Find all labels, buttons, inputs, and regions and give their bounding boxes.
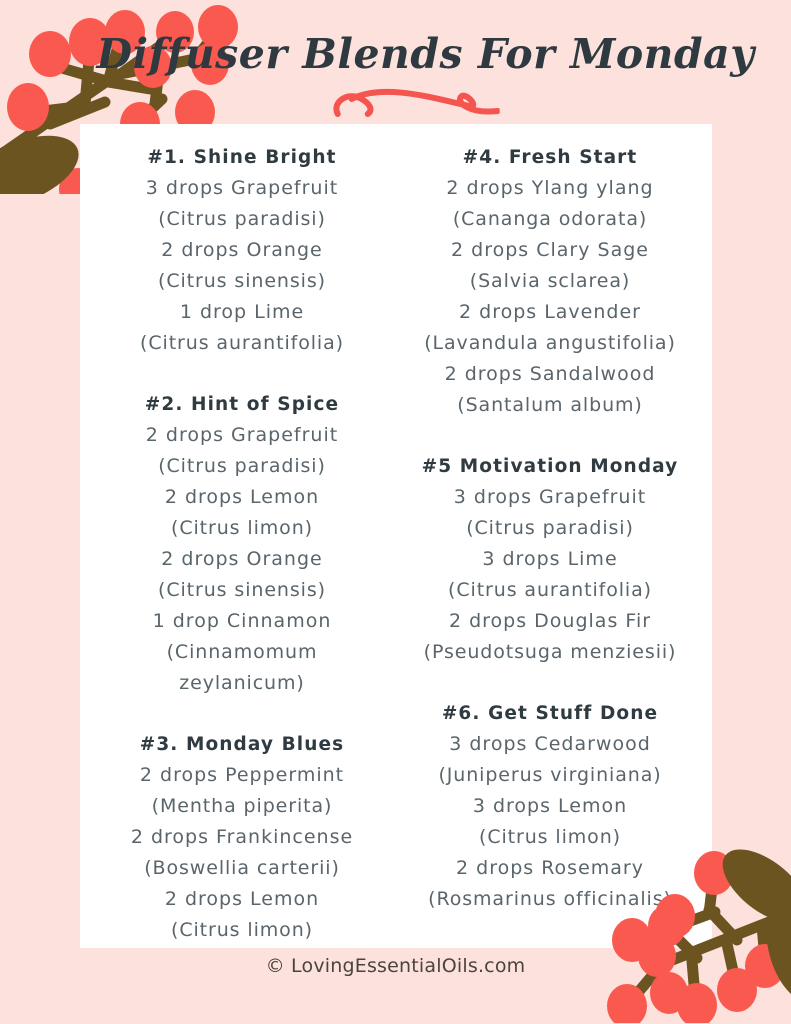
blends-card: #1. Shine Bright 3 drops Grapefruit (Citru… [80, 124, 712, 948]
blend-title: #5 Motivation Monday [421, 456, 679, 477]
blend-entry: #2. Hint of Spice 2 drops Grapefruit (Citr… [88, 389, 396, 699]
blend-latin-name: (Boswellia carterii) [144, 857, 340, 879]
blend-latin-name: (Salvia sclarea) [469, 270, 631, 292]
blend-latin-name: (Citrus sinensis) [158, 579, 326, 601]
blends-column-1: #1. Shine Bright 3 drops Grapefruit (Citru… [88, 142, 396, 941]
blend-ingredient: 2 drops Lavender [459, 301, 641, 323]
blend-title: #1. Shine Bright [147, 147, 337, 168]
blend-ingredient: 2 drops Sandalwood [444, 363, 656, 385]
blend-ingredient: 3 drops Cedarwood [449, 733, 651, 755]
blend-ingredient: 2 drops Peppermint [139, 764, 345, 786]
blends-column-2: #4. Fresh Start 2 drops Ylang ylang (Canan… [396, 142, 704, 938]
blend-entry: #6. Get Stuff Done 3 drops Cedarwood (Juni… [396, 698, 704, 915]
blend-ingredient: 3 drops Grapefruit [145, 177, 339, 199]
blend-ingredient: 3 drops Grapefruit [453, 486, 647, 508]
blend-ingredient: 1 drop Cinnamon [152, 610, 332, 632]
blend-ingredient: 2 drops Frankincense [130, 826, 354, 848]
blend-latin-name: (Citrus paradisi) [158, 208, 326, 230]
blend-title: #6. Get Stuff Done [441, 703, 659, 724]
blend-ingredient: 2 drops Lemon [164, 486, 320, 508]
blend-ingredient: 2 drops Rosemary [456, 857, 644, 879]
blend-title: #4. Fresh Start [462, 147, 638, 168]
blend-latin-name: (Cananga odorata) [452, 208, 648, 230]
blend-ingredient: 2 drops Clary Sage [451, 239, 649, 261]
blend-ingredient: 3 drops Lime [482, 548, 618, 570]
blend-latin-name: zeylanicum) [179, 672, 305, 694]
page-title: Diffuser Blends For Monday [96, 30, 755, 78]
blend-entry: #5 Motivation Monday 3 drops Grapefruit (C… [396, 451, 704, 668]
blend-latin-name: (Santalum album) [457, 394, 643, 416]
blend-title: #3. Monday Blues [139, 734, 345, 755]
blend-latin-name: (Lavandula angustifolia) [424, 332, 676, 354]
blend-entry: #1. Shine Bright 3 drops Grapefruit (Citru… [88, 142, 396, 359]
footer-credit: © LovingEssentialOils.com [265, 955, 526, 977]
blend-latin-name: (Cinnamomum [166, 641, 318, 663]
blend-latin-name: (Mentha piperita) [151, 795, 333, 817]
blend-title: #2. Hint of Spice [144, 394, 340, 415]
blend-latin-name: (Rosmarinus officinalis) [428, 888, 672, 910]
flourish-swirl-icon [329, 84, 501, 125]
blend-latin-name: (Citrus sinensis) [158, 270, 326, 292]
blend-ingredient: 2 drops Orange [161, 548, 323, 570]
blend-latin-name: (Citrus paradisi) [158, 455, 326, 477]
blend-latin-name: (Citrus limon) [171, 919, 313, 941]
blend-latin-name: (Citrus aurantifolia) [140, 332, 344, 354]
blend-ingredient: 2 drops Douglas Fir [448, 610, 652, 632]
blend-latin-name: (Citrus limon) [479, 826, 621, 848]
blend-latin-name: (Juniperus virginiana) [438, 764, 662, 786]
blend-entry: #4. Fresh Start 2 drops Ylang ylang (Canan… [396, 142, 704, 421]
blend-ingredient: 2 drops Ylang ylang [446, 177, 654, 199]
page-header: Diffuser Blends For Monday [0, 0, 791, 124]
blend-latin-name: (Citrus paradisi) [466, 517, 634, 539]
blend-ingredient: 3 drops Lemon [472, 795, 628, 817]
blend-ingredient: 2 drops Grapefruit [145, 424, 339, 446]
blend-latin-name: (Pseudotsuga menziesii) [423, 641, 677, 663]
blend-ingredient: 2 drops Lemon [164, 888, 320, 910]
blend-entry: #3. Monday Blues 2 drops Peppermint (Menth… [88, 729, 396, 946]
blend-ingredient: 1 drop Lime [179, 301, 305, 323]
blend-latin-name: (Citrus limon) [171, 517, 313, 539]
blend-latin-name: (Citrus aurantifolia) [448, 579, 652, 601]
blend-ingredient: 2 drops Orange [161, 239, 323, 261]
